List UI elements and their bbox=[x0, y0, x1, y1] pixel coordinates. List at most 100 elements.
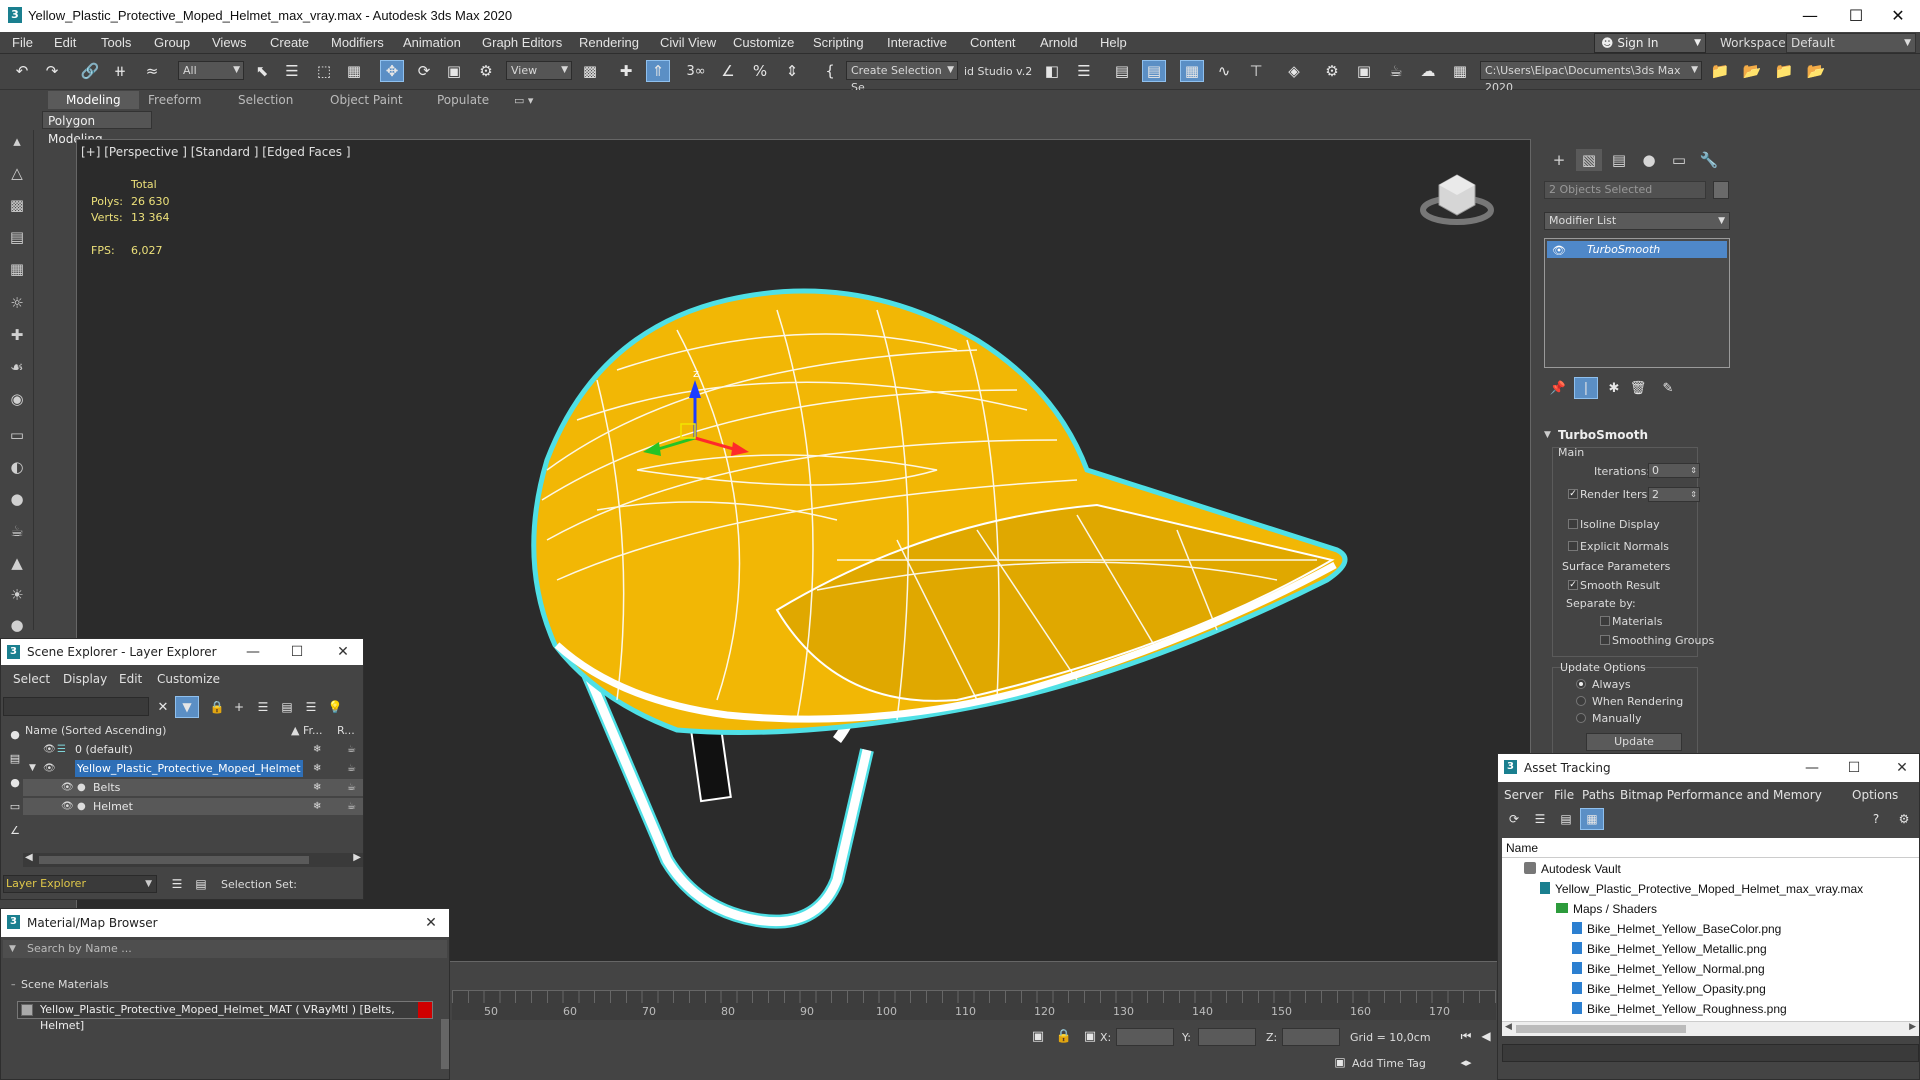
pin-stack-icon[interactable]: 📌 bbox=[1546, 377, 1570, 399]
table-view-icon[interactable]: ▦ bbox=[1580, 808, 1604, 830]
scroll-left-icon[interactable]: ◀ bbox=[25, 852, 33, 863]
teapot-icon[interactable]: ☕ bbox=[5, 520, 29, 542]
at-menu-options[interactable]: Options bbox=[1852, 788, 1898, 802]
project-icon-1[interactable]: 📁 bbox=[1708, 60, 1732, 82]
asset-row[interactable]: Maps / Shaders bbox=[1556, 900, 1657, 918]
layers-icon[interactable]: ☰ bbox=[299, 696, 323, 718]
eye-icon[interactable]: 👁 bbox=[1552, 242, 1566, 259]
se-column-freeze[interactable]: ▲ Fr... bbox=[291, 724, 323, 737]
collapse-icon[interactable]: – bbox=[11, 980, 16, 990]
angle-snap-icon[interactable]: ∠ bbox=[716, 60, 740, 82]
isoline-display-checkbox[interactable] bbox=[1568, 519, 1578, 529]
previous-frame-icon[interactable]: ◀ bbox=[1474, 1025, 1498, 1047]
close-button[interactable]: ✕ bbox=[417, 909, 445, 937]
modify-tab-icon[interactable]: ▧ bbox=[1576, 149, 1602, 171]
eye-icon[interactable]: 👁 bbox=[43, 760, 56, 777]
object-row[interactable]: 👁 ● Helmet ❄ ☕ bbox=[23, 798, 363, 815]
asset-path-field[interactable] bbox=[1502, 1044, 1919, 1062]
render-iters-spinner[interactable]: 2 ⇕ bbox=[1648, 487, 1700, 502]
scroll-right-icon[interactable]: ▶ bbox=[353, 852, 361, 863]
explicit-normals-checkbox[interactable] bbox=[1568, 541, 1578, 551]
isolate-selection-icon[interactable]: ▣ bbox=[1026, 1025, 1050, 1047]
grid-tool-icon[interactable]: ▦ bbox=[5, 258, 29, 280]
menu-customize[interactable]: Customize bbox=[733, 35, 794, 50]
settings-icon[interactable]: ⚙ bbox=[1892, 808, 1916, 830]
list-view-icon[interactable]: ☰ bbox=[1528, 808, 1552, 830]
layer-explorer-dropdown[interactable]: Layer Explorer ▼ bbox=[3, 875, 157, 893]
utilities-tab-icon[interactable]: 🔧 bbox=[1696, 149, 1722, 171]
link-icon[interactable]: 🔗 bbox=[78, 60, 102, 82]
modifier-stack-item[interactable]: 👁 TurboSmooth bbox=[1547, 241, 1727, 258]
iterations-spinner[interactable]: 0 ⇕ bbox=[1648, 463, 1700, 478]
close-button[interactable]: ✕ bbox=[1878, 4, 1918, 28]
plane-tool-icon[interactable]: ▤ bbox=[5, 226, 29, 248]
project-icon-3[interactable]: 📁 bbox=[1772, 60, 1796, 82]
se-column-render[interactable]: R... bbox=[337, 724, 355, 737]
layer-name[interactable]: 0 (default) bbox=[75, 741, 133, 758]
object-name[interactable]: Belts bbox=[93, 779, 120, 796]
select-object-icon[interactable]: ⬉ bbox=[250, 60, 274, 82]
create-layer-icon[interactable]: + bbox=[227, 696, 251, 718]
x-coordinate-field[interactable] bbox=[1116, 1028, 1174, 1046]
close-button[interactable]: ✕ bbox=[329, 639, 357, 665]
material-item[interactable]: Yellow_Plastic_Protective_Moped_Helmet_M… bbox=[17, 1001, 433, 1032]
render-setup-icon[interactable]: ⚙ bbox=[1320, 60, 1344, 82]
ribbon-tab-modeling[interactable]: Modeling bbox=[48, 91, 139, 109]
menu-interactive[interactable]: Interactive bbox=[887, 35, 947, 50]
schematic-view-icon[interactable]: ⊤ bbox=[1244, 60, 1268, 82]
separate-smoothing-groups-checkbox[interactable] bbox=[1600, 635, 1610, 645]
renderable-icon[interactable]: ☕ bbox=[347, 760, 356, 777]
selection-lock-icon[interactable]: 🔒 bbox=[1052, 1025, 1076, 1047]
eye-icon[interactable]: 👁 bbox=[61, 779, 74, 796]
freeze-icon[interactable]: ❄ bbox=[313, 779, 321, 796]
update-always-radio[interactable] bbox=[1576, 679, 1586, 689]
workspaces-dropdown[interactable]: Default ▼ bbox=[1786, 33, 1916, 53]
make-unique-icon[interactable]: ✱ bbox=[1602, 377, 1626, 399]
undo-icon[interactable]: ↶ bbox=[10, 60, 34, 82]
configure-modifier-sets-icon[interactable]: ✎ bbox=[1656, 377, 1680, 399]
show-end-result-icon[interactable]: ❘ bbox=[1574, 377, 1598, 399]
hierarchy-tab-icon[interactable]: ▤ bbox=[1606, 149, 1632, 171]
sphere-icon[interactable]: ● bbox=[5, 488, 29, 510]
project-icon-4[interactable]: 📂 bbox=[1804, 60, 1828, 82]
renderable-icon[interactable]: ☕ bbox=[347, 798, 356, 815]
select-by-name-icon[interactable]: ☰ bbox=[280, 60, 304, 82]
renderable-icon[interactable]: ☕ bbox=[347, 779, 356, 796]
thumbnail-view-icon[interactable]: ▤ bbox=[1554, 808, 1578, 830]
curve-editor-icon[interactable]: ∿ bbox=[1212, 60, 1236, 82]
select-and-rotate-icon[interactable]: ⟳ bbox=[412, 60, 436, 82]
asset-row[interactable]: Bike_Helmet_Yellow_Opasity.png bbox=[1572, 980, 1766, 998]
separate-materials-checkbox[interactable] bbox=[1600, 616, 1610, 626]
clear-search-icon[interactable]: ✕ bbox=[151, 696, 175, 718]
asset-row[interactable]: Bike_Helmet_Yellow_Roughness.png bbox=[1572, 1000, 1787, 1018]
percent-snap-icon[interactable]: % bbox=[748, 60, 772, 82]
named-selection-set-dropdown[interactable]: Create Selection Se ▼ bbox=[846, 61, 958, 94]
object-name[interactable]: Helmet bbox=[93, 798, 133, 815]
object-row[interactable]: 👁 ● Belts ❄ ☕ bbox=[23, 779, 363, 796]
scrollbar-thumb[interactable] bbox=[39, 856, 309, 864]
rendered-frame-window-icon[interactable]: ▣ bbox=[1352, 60, 1376, 82]
project-folder-dropdown[interactable]: C:\Users\Elpac\Documents\3ds Max 2020 ▼ bbox=[1480, 61, 1702, 94]
create-tab-icon[interactable]: + bbox=[1546, 149, 1572, 171]
refresh-icon[interactable]: ⟳ bbox=[1502, 808, 1526, 830]
ribbon-tab-populate[interactable]: Populate bbox=[437, 93, 489, 107]
eye-icon[interactable]: 👁 bbox=[61, 798, 74, 815]
freeze-icon[interactable]: ❄ bbox=[313, 798, 321, 815]
camera-icon[interactable]: ◉ bbox=[5, 388, 29, 410]
asset-horizontal-scrollbar[interactable]: ◀ ▶ bbox=[1502, 1021, 1919, 1036]
help-icon[interactable]: ? bbox=[1864, 808, 1888, 830]
layer-name[interactable]: Yellow_Plastic_Protective_Moped_Helmet bbox=[75, 760, 303, 777]
se-search-input[interactable] bbox=[3, 697, 149, 716]
ribbon-tab-object-paint[interactable]: Object Paint bbox=[330, 93, 403, 107]
absolute-mode-icon[interactable]: ▣ bbox=[1078, 1025, 1102, 1047]
toggle-ribbon-icon[interactable]: ▦ bbox=[1180, 60, 1204, 82]
at-menu-paths[interactable]: Paths bbox=[1582, 788, 1615, 802]
at-menu-bitmap-performance[interactable]: Bitmap Performance and Memory bbox=[1620, 788, 1822, 802]
freeze-icon[interactable]: ❄ bbox=[313, 741, 321, 758]
smooth-result-checkbox[interactable]: ✓ bbox=[1568, 580, 1578, 590]
keyboard-shortcut-override-icon[interactable]: ⇑ bbox=[646, 60, 670, 82]
toggle-scene-explorer-icon[interactable]: ▤ bbox=[1110, 60, 1134, 82]
menu-help[interactable]: Help bbox=[1100, 35, 1127, 50]
project-icon-2[interactable]: 📂 bbox=[1740, 60, 1764, 82]
menu-create[interactable]: Create bbox=[270, 35, 309, 50]
